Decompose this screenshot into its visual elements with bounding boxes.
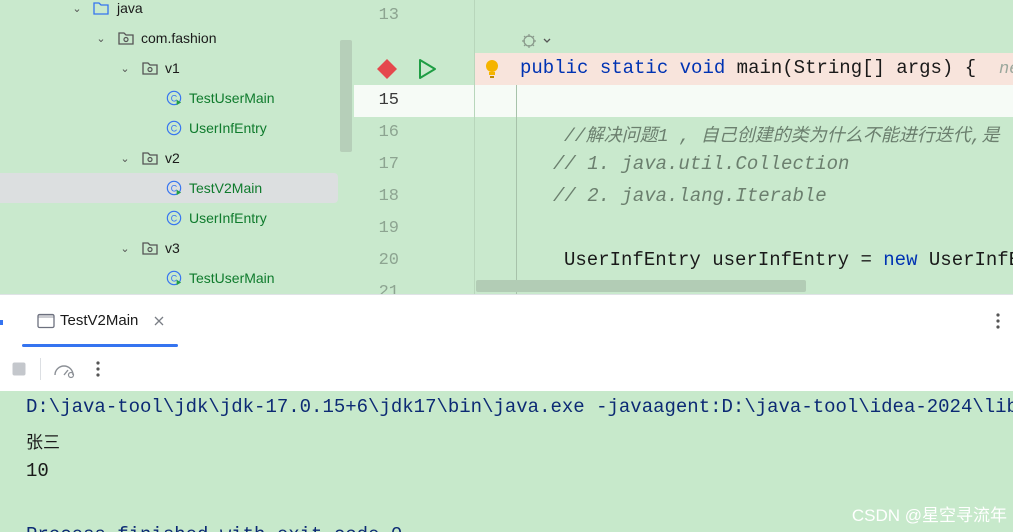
line-number: 13 xyxy=(378,6,399,25)
svg-text:C: C xyxy=(171,214,178,224)
chevron-down-icon[interactable]: ⌄ xyxy=(118,241,132,255)
run-tab-bar: TestV2Main xyxy=(0,294,1013,348)
inlay-hint: new xyxy=(998,60,1013,79)
tree-item-label: com.fashion xyxy=(141,30,217,46)
line-number: 18 xyxy=(378,187,399,206)
class-icon: C xyxy=(166,120,182,136)
watermark: CSDN @星空寻流年 xyxy=(851,506,1007,525)
run-icon[interactable] xyxy=(416,58,438,80)
package-icon xyxy=(142,240,158,256)
tree-item-label: v2 xyxy=(165,150,180,166)
runnable-class-icon: C xyxy=(166,270,182,286)
tree-item-label: TestUserMain xyxy=(189,90,275,106)
gutter-divider xyxy=(474,0,475,294)
tree-item-userinfentry[interactable]: C UserInfEntry xyxy=(0,203,338,233)
tree-item-userinfentry[interactable]: C UserInfEntry xyxy=(0,113,338,143)
editor-horizontal-scrollbar[interactable] xyxy=(476,280,806,292)
package-icon xyxy=(142,60,158,76)
more-options-icon[interactable] xyxy=(90,359,106,379)
code-keyword: new xyxy=(883,249,918,271)
code-text: main(String[] args) { xyxy=(736,57,977,79)
tree-scrollbar[interactable] xyxy=(340,40,352,152)
tree-item-v3[interactable]: ⌄ v3 xyxy=(0,233,338,263)
class-icon: C xyxy=(166,210,182,226)
ai-assistant-icon[interactable] xyxy=(520,32,554,50)
tree-item-testusermain[interactable]: C TestUserMain xyxy=(0,83,338,113)
chevron-down-icon[interactable]: ⌄ xyxy=(118,61,132,75)
console-window-icon xyxy=(37,313,55,329)
runnable-class-icon: C xyxy=(166,90,182,106)
console-line: 10 xyxy=(26,460,49,482)
line-number: 20 xyxy=(378,251,399,270)
tree-item-label: v1 xyxy=(165,60,180,76)
tree-item-testusermain[interactable]: C TestUserMain xyxy=(0,263,338,293)
code-keyword: static xyxy=(599,57,669,79)
tree-item-label: java xyxy=(117,0,143,16)
indent-guide xyxy=(516,85,517,294)
tree-item-label: TestV2Main xyxy=(189,180,263,196)
chevron-down-icon[interactable]: ⌄ xyxy=(70,1,84,15)
line-number: 19 xyxy=(378,219,399,238)
line-number: 17 xyxy=(378,155,399,174)
code-line-14: public static void main(String[] args) {… xyxy=(520,57,1013,79)
close-icon[interactable] xyxy=(152,314,166,328)
stop-icon[interactable] xyxy=(11,361,27,377)
code-line-16: //解决问题1 , 自己创建的类为什么不能进行迭代,是 xyxy=(564,127,1000,147)
chevron-down-icon[interactable]: ⌄ xyxy=(118,151,132,165)
code-text: UserInfEntry userInfEntry = xyxy=(564,249,884,271)
line-number: 15 xyxy=(378,91,399,110)
tree-item-label: v3 xyxy=(165,240,180,256)
toolbar-separator xyxy=(40,358,41,380)
run-toolbar xyxy=(0,347,1013,391)
tab-testv2main[interactable]: TestV2Main xyxy=(22,295,178,347)
more-options-icon[interactable] xyxy=(990,311,1006,331)
code-line-20: UserInfEntry userInfEntry = new UserInfE… xyxy=(564,249,1013,271)
code-line-18: // 2. java.lang.Iterable xyxy=(553,185,827,207)
console-line: 张三 xyxy=(26,433,60,453)
code-keyword: public xyxy=(520,57,589,79)
svg-text:C: C xyxy=(171,124,178,134)
runnable-class-icon: C xyxy=(166,180,182,196)
tab-label: TestV2Main xyxy=(60,312,139,329)
code-text: UserInfEn xyxy=(928,249,1013,271)
code-line-17: // 1. java.util.Collection xyxy=(553,153,850,175)
console-line: Process finished with exit code 0 xyxy=(26,524,402,532)
tree-item-label: UserInfEntry xyxy=(189,120,267,136)
current-line-highlight xyxy=(354,85,1013,117)
console-line: D:\java-tool\jdk\jdk-17.0.15+6\jdk17\bin… xyxy=(26,396,1013,418)
code-keyword: void xyxy=(679,57,726,79)
tree-item-label: UserInfEntry xyxy=(189,210,267,226)
code-editor[interactable]: 13 15 16 17 18 19 20 21 public static vo… xyxy=(354,0,1013,294)
folder-icon xyxy=(93,0,109,16)
tree-item-testv2main[interactable]: C TestV2Main xyxy=(0,173,338,203)
profiler-gauge-icon[interactable] xyxy=(53,359,75,379)
lightbulb-icon[interactable] xyxy=(482,58,502,80)
console-output[interactable]: D:\java-tool\jdk\jdk-17.0.15+6\jdk17\bin… xyxy=(8,391,1013,532)
tree-item-com-fashion[interactable]: ⌄ com.fashion xyxy=(0,23,338,53)
tree-item-java[interactable]: ⌄ java xyxy=(0,0,338,23)
chevron-down-icon[interactable]: ⌄ xyxy=(94,31,108,45)
tree-item-v2[interactable]: ⌄ v2 xyxy=(0,143,338,173)
package-icon xyxy=(118,30,134,46)
line-number: 21 xyxy=(378,283,399,294)
tree-item-label: TestUserMain xyxy=(189,270,275,286)
package-icon xyxy=(142,150,158,166)
tree-item-v1[interactable]: ⌄ v1 xyxy=(0,53,338,83)
breakpoint-icon[interactable] xyxy=(376,58,398,80)
project-tree: ⌄ java ⌄ com.fashion ⌄ v1 C TestUserMain… xyxy=(0,0,354,294)
tool-window-edge-marker xyxy=(0,320,3,325)
line-number: 16 xyxy=(378,123,399,142)
